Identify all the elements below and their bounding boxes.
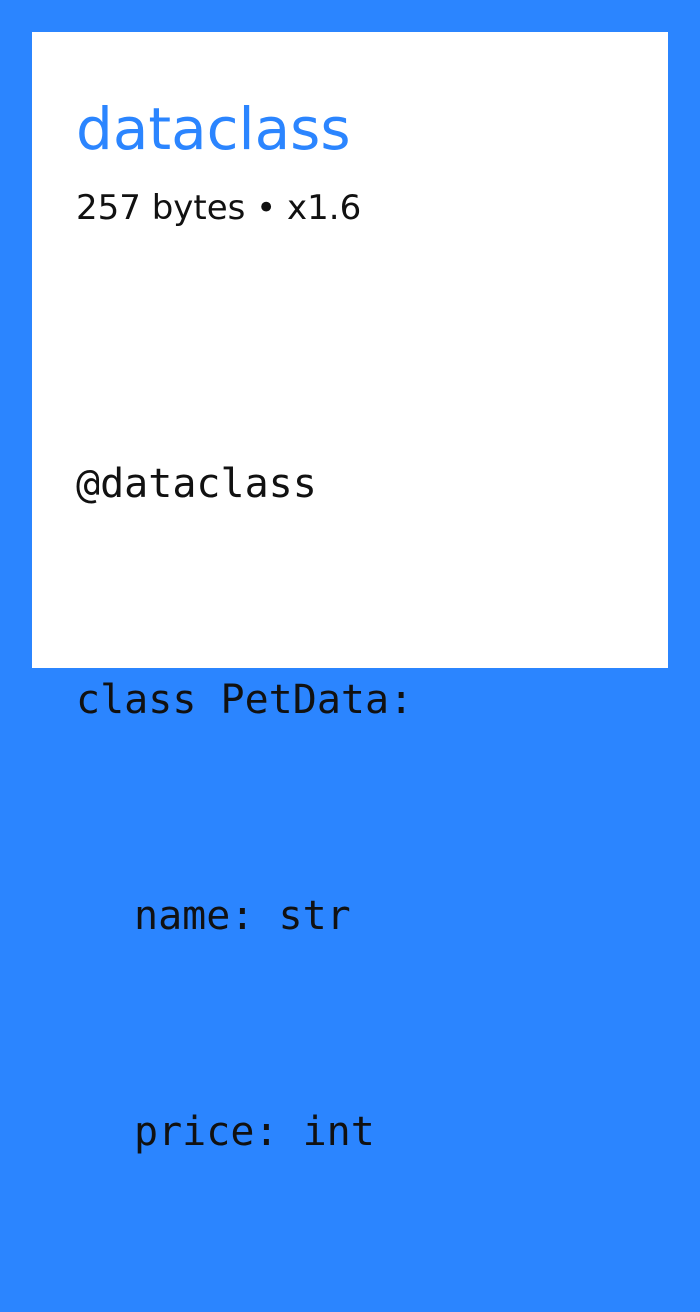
code-block: @dataclass class PetData: name: str pric…: [76, 304, 413, 1312]
frame-border: dataclass 257 bytes • x1.6 @dataclass cl…: [0, 0, 700, 1155]
title: dataclass: [76, 95, 351, 163]
content-card: dataclass 257 bytes • x1.6 @dataclass cl…: [32, 32, 668, 1155]
code-line-decorator: @dataclass: [76, 461, 317, 507]
code-line-price-field: price: int: [134, 1109, 375, 1155]
stats-line: 257 bytes • x1.6: [76, 188, 362, 228]
code-line-name-field: name: str: [134, 893, 351, 939]
code-line-class: class PetData:: [76, 677, 414, 723]
